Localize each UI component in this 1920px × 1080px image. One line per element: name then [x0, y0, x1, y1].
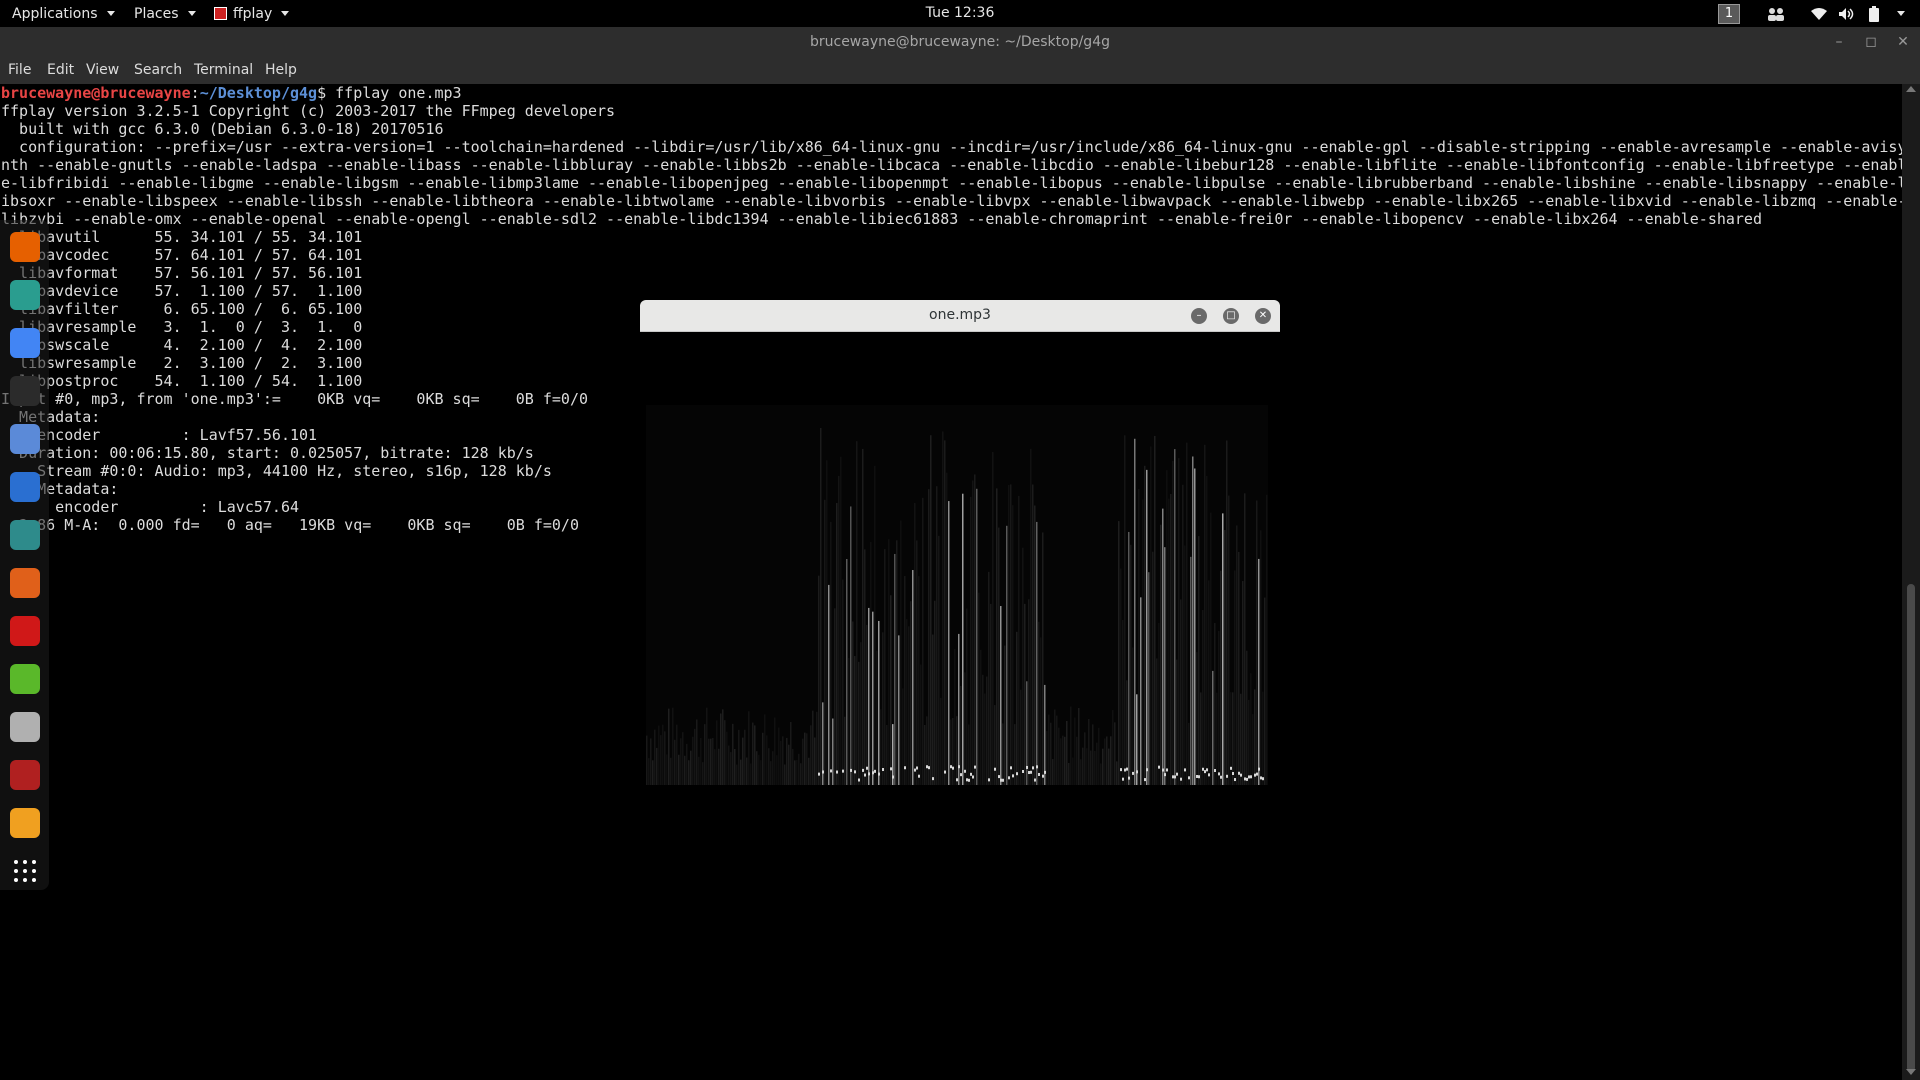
terminal-line: ibsoxr --enable-libspeex --enable-libssh… — [1, 192, 1907, 210]
metasploit-icon[interactable] — [10, 472, 40, 502]
terminal-line: Stream #0:0: Audio: mp3, 44100 Hz, stere… — [1, 462, 552, 480]
show-apps-icon[interactable] — [10, 856, 40, 886]
command-line: $ ffplay one.mp3 — [317, 84, 462, 102]
menu-terminal[interactable]: Terminal — [194, 57, 253, 84]
menu-file[interactable]: File — [8, 57, 31, 84]
terminal-line: libavfilter 6. 65.100 / 6. 65.100 — [1, 300, 363, 318]
terminal-line: libavutil 55. 34.101 / 55. 34.101 — [1, 228, 363, 246]
terminal-line: libswscale 4. 2.100 / 4. 2.100 — [1, 336, 363, 354]
terminal-line: libswresample 2. 3.100 / 2. 3.100 — [1, 354, 363, 372]
terminal-title: brucewayne@brucewayne: ~/Desktop/g4g — [809, 34, 1110, 50]
terminal-line: Duration: 00:06:15.80, start: 0.025057, … — [1, 444, 534, 462]
system-menu-chevron-icon[interactable] — [1894, 0, 1905, 27]
terminal-titlebar[interactable]: brucewayne@brucewayne: ~/Desktop/g4g – ◻… — [0, 27, 1920, 57]
terminal-line: libavdevice 57. 1.100 / 57. 1.100 — [1, 282, 363, 300]
people-icon[interactable] — [1766, 0, 1786, 27]
terminal-line: libzvbi --enable-omx --enable-openal --e… — [1, 210, 1762, 228]
terminal-scrollbar[interactable] — [1902, 84, 1920, 1080]
files-icon[interactable] — [10, 424, 40, 454]
maximize-icon[interactable]: ◻ — [1860, 27, 1882, 57]
ffplay-app-icon — [214, 7, 227, 20]
menu-search[interactable]: Search — [134, 57, 182, 84]
chevron-down-icon — [106, 11, 115, 16]
maximize-icon[interactable]: □ — [1223, 308, 1239, 324]
volume-icon[interactable] — [1838, 0, 1856, 27]
user-tool-icon[interactable] — [10, 520, 40, 550]
clock[interactable]: Tue 12:36 — [926, 5, 995, 21]
ffplay-titlebar[interactable]: one.mp3 – □ ✕ — [640, 300, 1280, 332]
terminal-line: ffplay version 3.2.5-1 Copyright (c) 200… — [1, 102, 616, 120]
video-app-icon[interactable] — [10, 760, 40, 790]
network-tool-icon[interactable] — [10, 280, 40, 310]
battery-icon[interactable] — [1868, 0, 1880, 27]
terminal-line: libpostproc 54. 1.100 / 54. 1.100 — [1, 372, 363, 390]
wifi-icon[interactable] — [1810, 0, 1828, 27]
ffplay-title: one.mp3 — [929, 307, 991, 323]
sublime-icon[interactable] — [10, 808, 40, 838]
burpsuite-icon[interactable] — [10, 568, 40, 598]
menu-view[interactable]: View — [86, 57, 119, 84]
terminal-line: libavresample 3. 1. 0 / 3. 1. 0 — [1, 318, 363, 336]
menu-help[interactable]: Help — [265, 57, 297, 84]
prompt-user: brucewayne@brucewayne — [1, 84, 191, 102]
minimize-icon[interactable]: – — [1191, 308, 1207, 324]
terminal-line: libavformat 57. 56.101 / 57. 56.101 — [1, 264, 363, 282]
active-app-menu[interactable]: ffplay — [214, 0, 290, 27]
chevron-down-icon — [281, 11, 290, 16]
text-editor-icon[interactable] — [10, 664, 40, 694]
dock — [0, 220, 49, 890]
faraday-icon[interactable] — [10, 616, 40, 646]
terminal-icon[interactable] — [10, 376, 40, 406]
terminal-line: configuration: --prefix=/usr --extra-ver… — [1, 138, 1907, 156]
active-app-label: ffplay — [233, 5, 273, 22]
ffplay-window[interactable]: one.mp3 – □ ✕ — [640, 300, 1280, 820]
terminal-line: 2.86 M-A: 0.000 fd= 0 aq= 19KB vq= 0KB s… — [1, 516, 579, 534]
applications-label: Applications — [12, 5, 98, 22]
close-icon[interactable]: ✕ — [1892, 27, 1914, 57]
top-panel: Applications Places ffplay Tue 12:36 1 — [0, 0, 1920, 27]
terminal-line: built with gcc 6.3.0 (Debian 6.3.0-18) 2… — [1, 120, 444, 138]
audio-spectrogram — [646, 405, 1268, 785]
applications-menu[interactable]: Applications — [12, 0, 115, 27]
close-icon[interactable]: ✕ — [1255, 308, 1271, 324]
terminal-line: Input #0, mp3, from 'one.mp3':= 0KB vq= … — [1, 390, 588, 408]
terminal-menubar: File Edit View Search Terminal Help — [0, 57, 1920, 85]
scroll-thumb[interactable] — [1907, 584, 1915, 1072]
places-label: Places — [134, 5, 179, 22]
chrome-icon[interactable] — [10, 328, 40, 358]
workspace-indicator[interactable]: 1 — [1718, 3, 1740, 24]
prompt-path: ~/Desktop/g4g — [199, 84, 318, 102]
firefox-icon[interactable] — [10, 232, 40, 262]
terminal-line: nth --enable-gnutls --enable-ladspa --en… — [1, 156, 1907, 174]
chevron-down-icon — [187, 11, 196, 16]
terminal-line: libavcodec 57. 64.101 / 57. 64.101 — [1, 246, 363, 264]
menu-edit[interactable]: Edit — [47, 57, 74, 84]
minimize-icon[interactable]: – — [1828, 27, 1850, 57]
scroll-down-arrow-icon[interactable] — [1906, 1069, 1916, 1075]
terminal-line: e-libfribidi --enable-libgme --enable-li… — [1, 174, 1907, 192]
scroll-up-arrow-icon[interactable] — [1906, 86, 1916, 92]
places-menu[interactable]: Places — [134, 0, 196, 27]
screenshot-icon[interactable] — [10, 712, 40, 742]
